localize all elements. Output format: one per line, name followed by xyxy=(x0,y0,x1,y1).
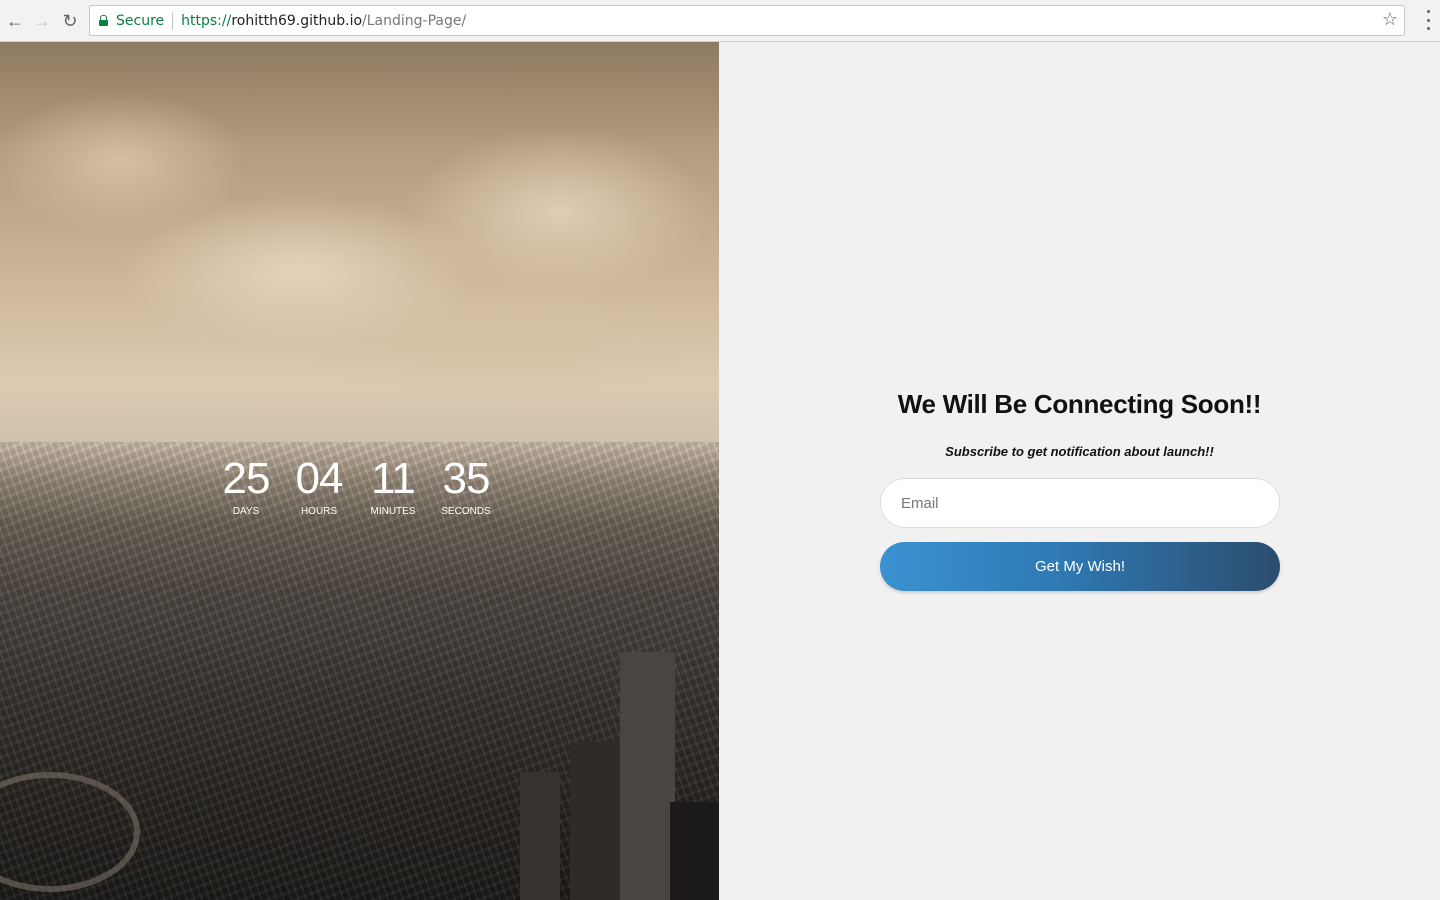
url-scheme: https:// xyxy=(181,12,232,29)
signup-panel: We Will Be Connecting Soon!! Subscribe t… xyxy=(719,42,1440,900)
skyscraper xyxy=(570,742,620,900)
countdown-minutes-value: 11 xyxy=(371,454,416,503)
countdown-seconds: 35 SECONDS xyxy=(440,456,492,518)
countdown-timer: 25 DAYS 04 HOURS 11 MINUTES 35 SECONDS xyxy=(221,456,492,518)
countdown-days: 25 DAYS xyxy=(221,456,271,518)
star-icon[interactable]: ☆ xyxy=(1382,9,1398,30)
countdown-hours-label: HOURS xyxy=(300,506,338,517)
countdown-hours-value: 04 xyxy=(295,454,344,503)
skyscraper xyxy=(520,772,560,900)
lock-icon xyxy=(99,15,108,26)
countdown-seconds-label: SECONDS xyxy=(441,506,491,517)
page-title: We Will Be Connecting Soon!! xyxy=(897,389,1262,419)
countdown-days-value: 25 xyxy=(222,454,271,503)
secure-label: Secure xyxy=(116,12,165,29)
url-path: /Landing-Page/ xyxy=(362,12,467,29)
skyscraper xyxy=(670,802,719,900)
countdown-minutes: 11 MINUTES xyxy=(368,456,418,518)
countdown-hours: 04 HOURS xyxy=(294,456,344,518)
back-arrow-icon[interactable]: ← xyxy=(2,8,28,34)
browser-toolbar: ← → ↻ Secure https:// rohitth69.github.i… xyxy=(0,0,1440,42)
skyscraper xyxy=(620,652,675,900)
kebab-menu-icon[interactable] xyxy=(1426,10,1430,30)
countdown-days-label: DAYS xyxy=(232,506,260,517)
countdown-seconds-value: 35 xyxy=(442,454,491,503)
forward-arrow-icon[interactable]: → xyxy=(29,8,55,34)
email-field[interactable] xyxy=(880,478,1280,528)
get-my-wish-button[interactable]: Get My Wish! xyxy=(880,542,1280,591)
reload-icon[interactable]: ↻ xyxy=(57,8,83,34)
subscribe-subtitle: Subscribe to get notification about laun… xyxy=(945,444,1214,459)
address-divider xyxy=(172,11,174,30)
countdown-minutes-label: MINUTES xyxy=(370,506,416,517)
address-bar[interactable]: Secure https:// rohitth69.github.io /Lan… xyxy=(89,5,1405,36)
url-host: rohitth69.github.io xyxy=(231,12,363,29)
